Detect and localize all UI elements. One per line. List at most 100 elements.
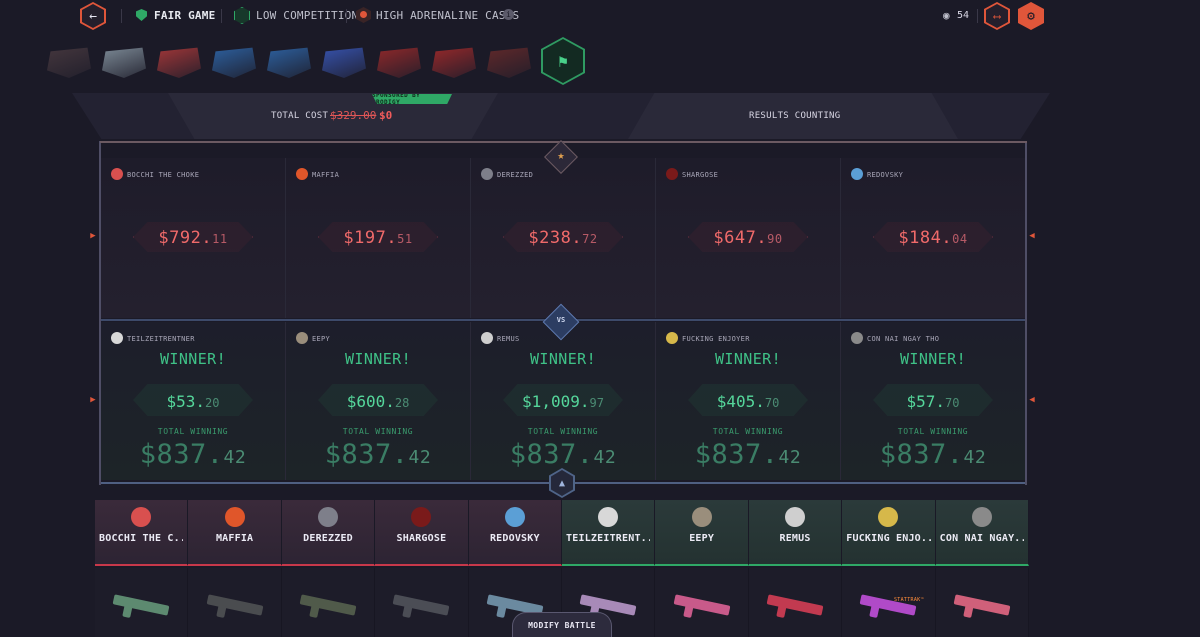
caret-right-icon: ▶ [90, 395, 96, 405]
case-thumbnail[interactable] [487, 47, 531, 78]
avatar [111, 168, 123, 180]
total-winning-value: $837.42 [139, 439, 247, 470]
info-icon[interactable]: i [503, 9, 514, 20]
total-winning-label: TOTAL WINNING [157, 427, 229, 436]
weapon-slot[interactable] [188, 568, 282, 637]
unbox-value: $53.20 [166, 392, 220, 411]
player-tab[interactable]: SHARGOSE [375, 500, 469, 566]
weapon-slot[interactable] [281, 568, 376, 637]
player-name: REDOVSKY [867, 171, 904, 179]
checkered-flag-button[interactable]: ⚑ [541, 37, 585, 85]
winner-label: WINNER! [344, 350, 411, 368]
case-thumbnail[interactable] [432, 47, 476, 78]
modify-battle-button[interactable]: MODIFY BATTLE [512, 612, 612, 637]
avatar [131, 507, 152, 527]
gear-icon: ⚙ [1027, 8, 1035, 24]
stattrak-tag: STATTRAK™ [894, 597, 924, 603]
unbox-value: $792.11 [158, 228, 228, 248]
low-competition-label: LOW COMPETITION [256, 9, 359, 22]
player-tab-label: REDOVSKY [489, 533, 540, 544]
avatar [785, 507, 806, 527]
unbox-value: $600.28 [346, 392, 410, 411]
player-name: CON NAI NGAY THO [867, 335, 940, 343]
case-thumbnail[interactable] [322, 47, 366, 78]
total-cost-new: $0 [379, 109, 393, 122]
weapon-slot[interactable] [375, 568, 469, 637]
winner-cell: TEILZEITRENTNER WINNER! $53.20 TOTAL WIN… [101, 322, 286, 480]
avatar [851, 168, 863, 180]
settings-button[interactable]: ⚙ [1018, 2, 1044, 30]
case-thumbnail[interactable] [377, 47, 421, 78]
player-tab[interactable]: TEILZEITRENT... [562, 500, 656, 566]
total-winning-value: $837.42 [509, 439, 617, 470]
avatar [296, 168, 308, 180]
player-tab-label: EEPY [689, 533, 715, 544]
case-thumbnail[interactable] [267, 47, 311, 78]
weapon-skin-image [299, 594, 357, 616]
player-tab[interactable]: REDOVSKY [468, 500, 563, 566]
emblem-icon: ▲ [558, 477, 566, 489]
player-tab[interactable]: REMUS [748, 500, 843, 566]
player-tab-label: FUCKING ENJO... [846, 533, 931, 544]
unbox-value: $238.72 [528, 228, 598, 248]
total-winning-label: TOTAL WINNING [897, 427, 969, 436]
total-winning-value: $837.42 [879, 439, 987, 470]
player-tab-label: DEREZZED [303, 533, 353, 544]
caret-right-icon: ▶ [90, 231, 96, 241]
loser-cell: DEREZZED $238.72 [471, 158, 656, 318]
avatar [598, 507, 619, 527]
player-tab[interactable]: BOCCHI THE C... [95, 500, 189, 566]
total-cost-label: TOTAL COST [271, 111, 329, 121]
loser-cell: MAFFIA $197.51 [286, 158, 471, 318]
avatar [318, 507, 339, 527]
topbar-divider [346, 9, 347, 23]
player-tab-label: REMUS [779, 533, 811, 544]
case-thumbnail[interactable] [102, 47, 146, 78]
player-tab[interactable]: MAFFIA [188, 500, 282, 566]
player-tab[interactable]: FUCKING ENJO... [842, 500, 936, 566]
player-tab-label: TEILZEITRENT... [566, 533, 651, 544]
winner-label: WINNER! [714, 350, 781, 368]
player-tab[interactable]: DEREZZED [281, 500, 376, 566]
eye-icon: ◉ [943, 9, 950, 22]
case-thumbnail[interactable] [212, 47, 256, 78]
player-name: REMUS [497, 335, 520, 343]
avatar [971, 507, 992, 527]
shield-check-icon [136, 9, 147, 21]
player-name: DEREZZED [497, 171, 534, 179]
arrow-left-icon: ← [89, 8, 97, 24]
player-name: FUCKING ENJOYER [682, 335, 750, 343]
winner-label: WINNER! [899, 350, 966, 368]
caret-left-icon: ◀ [1029, 395, 1035, 405]
results-status: RESULTS COUNTING [749, 111, 841, 121]
share-button[interactable]: ⟷ [984, 2, 1010, 30]
weapon-skin-image [766, 594, 824, 616]
avatar [111, 332, 123, 344]
case-thumbnail[interactable] [47, 47, 91, 78]
player-tab[interactable]: EEPY [655, 500, 749, 566]
weapon-slot[interactable] [935, 568, 1030, 637]
player-tab-label: BOCCHI THE C... [99, 533, 184, 544]
winner-label: WINNER! [159, 350, 226, 368]
weapon-slot[interactable] [655, 568, 749, 637]
total-winning-label: TOTAL WINNING [712, 427, 784, 436]
avatar [851, 332, 863, 344]
weapon-slot[interactable] [95, 568, 189, 637]
share-icon: ⟷ [993, 9, 1001, 23]
topbar-divider [977, 9, 978, 23]
unbox-value: $1,009.97 [522, 392, 604, 411]
case-thumbnail[interactable] [157, 47, 201, 78]
avatar [224, 507, 245, 527]
fair-game-label: FAIR GAME [154, 9, 216, 22]
winning-team-row: TEILZEITRENTNER WINNER! $53.20 TOTAL WIN… [101, 322, 1025, 480]
player-name: SHARGOSE [682, 171, 719, 179]
weapon-slot[interactable] [748, 568, 843, 637]
unbox-value: $197.51 [343, 228, 413, 248]
player-tabs: BOCCHI THE C... MAFFIA DEREZZED SHARGOSE RED… [95, 500, 1030, 566]
avatar [504, 507, 525, 527]
back-button[interactable]: ← [80, 2, 106, 30]
player-tab[interactable]: CON NAI NGAY... [935, 500, 1030, 566]
unbox-value: $57.70 [906, 392, 960, 411]
total-winning-label: TOTAL WINNING [342, 427, 414, 436]
loser-cell: SHARGOSE $647.90 [656, 158, 841, 318]
